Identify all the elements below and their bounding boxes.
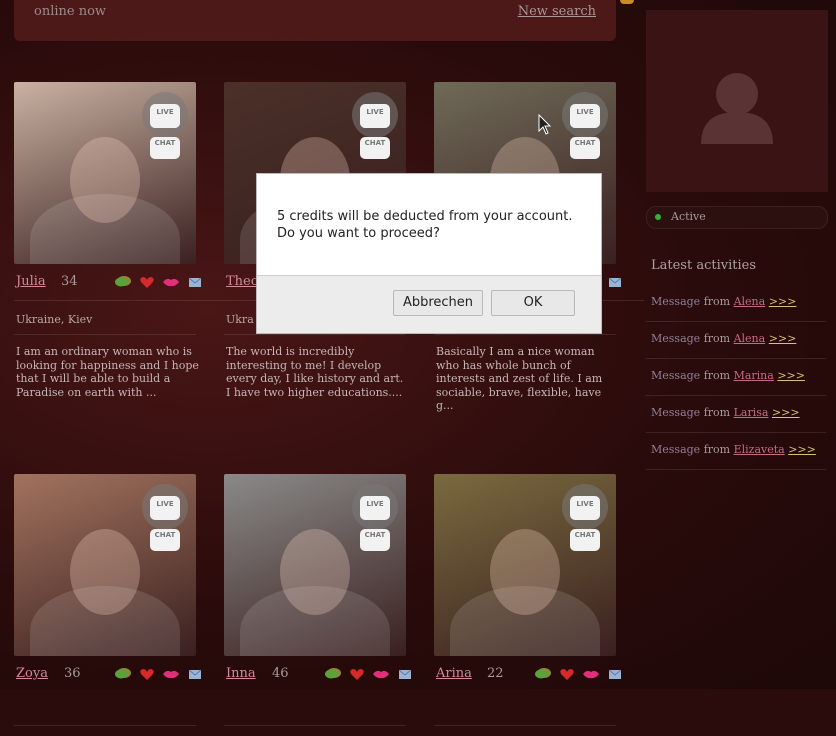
profile-location (434, 692, 616, 726)
dialog-message: 5 credits will be deducted from your acc… (277, 209, 573, 241)
modal-overlay (0, 0, 836, 689)
dialog-footer: Abbrechen OK (257, 275, 601, 333)
profile-description (224, 726, 412, 736)
profile-location (14, 692, 196, 726)
profile-description (14, 726, 202, 736)
profile-description (434, 726, 622, 736)
cancel-button[interactable]: Abbrechen (393, 290, 483, 316)
confirm-dialog: 5 credits will be deducted from your acc… (256, 173, 602, 334)
ok-button[interactable]: OK (491, 290, 575, 316)
mouse-cursor-icon (538, 114, 552, 135)
profile-location (224, 692, 406, 726)
